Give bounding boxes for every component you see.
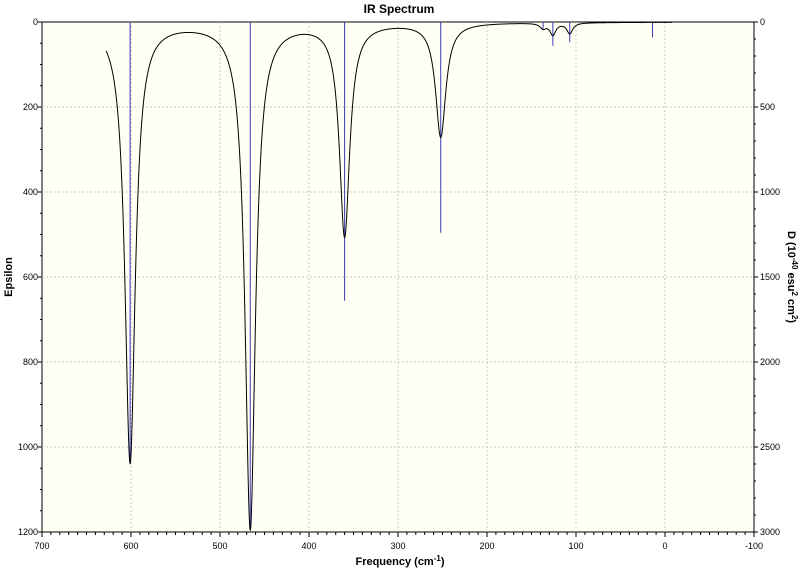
x-tick-labels: 700 600 500 400 300 200 100 0 -100 [34,541,763,551]
x-tick-label: 0 [662,541,667,551]
y2-tick-label: 0 [760,17,765,27]
y-tick-label: 0 [33,17,38,27]
y-tick-label: 1000 [18,442,38,452]
y-tick-label: 200 [23,102,38,112]
x-tick-label: 300 [390,541,405,551]
x-tick-label: 100 [568,541,583,551]
x-tick-label: 400 [301,541,316,551]
y2-tick-label: 1500 [760,272,780,282]
y2-label-superscript: -40 [790,258,799,270]
y-tick-label: 600 [23,272,38,282]
y-tick-label: 1200 [18,527,38,537]
x-tick-label: 700 [34,541,49,551]
x-tick-label: 600 [123,541,138,551]
y2-tick-labels: 0 500 1000 1500 2000 2500 3000 [760,17,780,537]
y2-label-segment: D (10 [785,231,797,258]
x-tick-label: -100 [745,541,763,551]
y-tick-label: 400 [23,187,38,197]
y2-label-segment: esu [785,269,797,291]
y-axis-label: Epsilon [3,257,15,297]
y2-tick-label: 2500 [760,442,780,452]
y2-tick-label: 1000 [760,187,780,197]
y2-tick-label: 3000 [760,527,780,537]
y2-axis-label: D (10-40 esu2 cm2) [785,231,799,323]
ir-spectrum-chart: IR Spectrum 700 600 500 400 300 200 100 0 -100 0… [3,2,799,568]
y2-tick-label: 500 [760,102,775,112]
x-tick-label: 500 [212,541,227,551]
y2-tick-label: 2000 [760,357,780,367]
chart-title: IR Spectrum [364,2,435,16]
x-tick-label: 200 [479,541,494,551]
y-tick-labels: 0 200 400 600 800 1000 1200 [18,17,38,537]
y-tick-label: 800 [23,357,38,367]
y2-label-segment: ) [785,319,797,323]
x-axis-label: Frequency (cm-1) [355,554,444,568]
y2-label-segment: cm [785,296,797,315]
